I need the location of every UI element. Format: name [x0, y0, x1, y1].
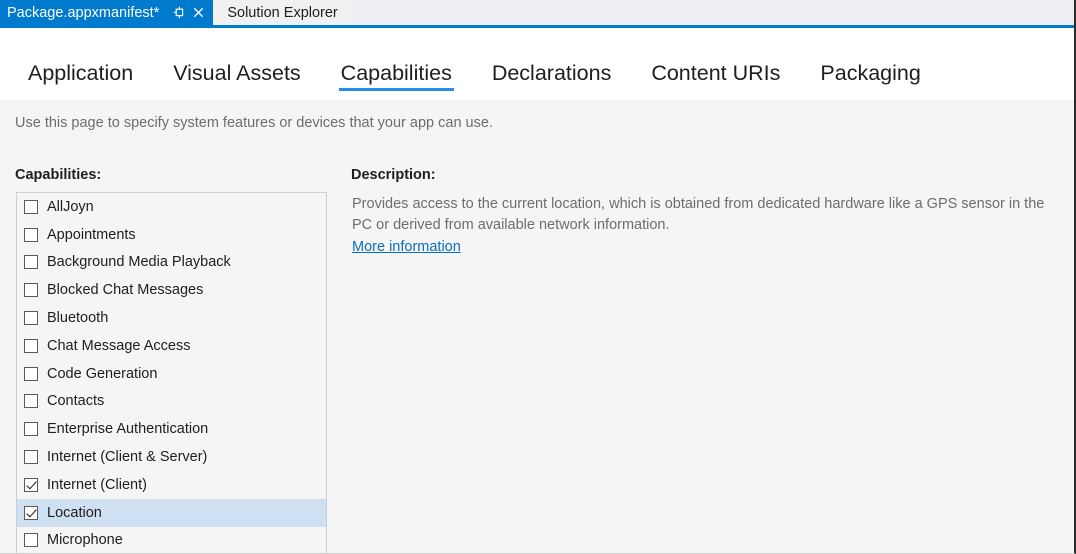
- capability-label: Contacts: [47, 393, 105, 410]
- capability-label: AllJoyn: [47, 198, 94, 215]
- tab-label: Capabilities: [340, 60, 452, 85]
- checkbox-unchecked-icon[interactable]: [24, 311, 38, 326]
- capability-row[interactable]: Location: [17, 498, 326, 527]
- checkbox-unchecked-icon[interactable]: [24, 227, 38, 242]
- tab-label: Application: [28, 60, 134, 85]
- description-text: Provides access to the current location,…: [352, 196, 1045, 233]
- checkbox-unchecked-icon[interactable]: [24, 422, 38, 437]
- page-hint-bar: Use this page to specify system features…: [0, 100, 1074, 148]
- tab-content-uris[interactable]: Content URIs: [631, 60, 800, 101]
- capability-row[interactable]: Bluetooth: [17, 304, 326, 332]
- checkbox-unchecked-icon[interactable]: [24, 366, 38, 381]
- checkbox-unchecked-icon[interactable]: [24, 450, 38, 465]
- capability-label: Background Media Playback: [47, 254, 231, 271]
- tab-active-underline: [338, 88, 454, 91]
- capability-row[interactable]: Chat Message Access: [17, 332, 326, 360]
- document-tab-solution-explorer[interactable]: Solution Explorer: [213, 0, 352, 25]
- manifest-editor-window: Package.appxmanifest* Solution Explorer …: [0, 0, 1076, 554]
- capability-row[interactable]: AllJoyn: [17, 193, 326, 221]
- checkbox-unchecked-icon[interactable]: [24, 255, 38, 270]
- capability-row[interactable]: Internet (Client): [17, 471, 326, 499]
- capability-label: Appointments: [47, 226, 136, 243]
- page-hint-text: Use this page to specify system features…: [15, 115, 493, 131]
- capability-label: Internet (Client): [47, 476, 147, 493]
- more-information-link[interactable]: More information: [352, 239, 461, 255]
- tab-label: Packaging: [820, 60, 921, 85]
- tab-label: Declarations: [491, 60, 612, 85]
- capability-row[interactable]: Contacts: [17, 388, 326, 416]
- checkbox-checked-icon[interactable]: [24, 505, 38, 520]
- capability-label: Chat Message Access: [47, 337, 191, 354]
- capability-label: Microphone: [47, 532, 123, 549]
- capability-row[interactable]: Microphone: [17, 527, 326, 553]
- capability-row[interactable]: Blocked Chat Messages: [17, 276, 326, 304]
- document-tab-label: Package.appxmanifest*: [7, 4, 160, 21]
- capability-row[interactable]: Internet (Client & Server): [17, 443, 326, 471]
- checkbox-unchecked-icon[interactable]: [24, 199, 38, 214]
- tab-label: Content URIs: [651, 60, 781, 85]
- checkbox-unchecked-icon[interactable]: [24, 338, 38, 353]
- page-tab-bar: Application Visual Assets Capabilities D…: [0, 28, 1074, 100]
- close-icon[interactable]: [190, 4, 207, 21]
- page-body: Capabilities: AllJoyn Appointments Backgro…: [0, 148, 1074, 553]
- capabilities-list[interactable]: AllJoyn Appointments Background Media Play…: [16, 192, 327, 553]
- capabilities-heading: Capabilities:: [15, 167, 102, 183]
- capability-label: Location: [47, 504, 102, 521]
- capability-row[interactable]: Enterprise Authentication: [17, 415, 326, 443]
- capability-row[interactable]: Background Media Playback: [17, 249, 326, 277]
- checkbox-unchecked-icon[interactable]: [24, 394, 38, 409]
- capability-label: Bluetooth: [47, 310, 109, 327]
- checkbox-unchecked-icon[interactable]: [24, 283, 38, 298]
- capability-row[interactable]: Code Generation: [17, 360, 326, 388]
- description-heading: Description:: [351, 167, 436, 183]
- capability-row[interactable]: Appointments: [17, 221, 326, 249]
- document-tab-label: Solution Explorer: [227, 4, 338, 21]
- checkbox-checked-icon[interactable]: [24, 477, 38, 492]
- pin-icon[interactable]: [171, 4, 188, 21]
- capability-label: Enterprise Authentication: [47, 421, 209, 438]
- capability-label: Code Generation: [47, 365, 158, 382]
- tab-label: Visual Assets: [173, 60, 301, 85]
- checkbox-unchecked-icon[interactable]: [24, 533, 38, 548]
- tab-declarations[interactable]: Declarations: [472, 60, 632, 101]
- capability-label: Internet (Client & Server): [47, 449, 208, 466]
- tab-capabilities[interactable]: Capabilities: [321, 60, 472, 101]
- tab-packaging[interactable]: Packaging: [800, 60, 940, 101]
- capability-label: Blocked Chat Messages: [47, 282, 204, 299]
- document-tab-package-appxmanifest[interactable]: Package.appxmanifest*: [0, 0, 214, 25]
- document-tab-strip: Package.appxmanifest* Solution Explorer: [0, 0, 1074, 25]
- tab-application[interactable]: Application: [8, 60, 153, 101]
- tab-visual-assets[interactable]: Visual Assets: [153, 60, 320, 101]
